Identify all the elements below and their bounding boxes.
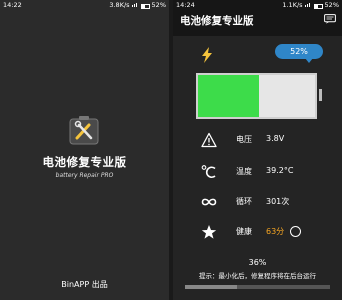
- battery-fill: [198, 75, 259, 117]
- temperature-row: 温度 39.2°C: [173, 163, 342, 181]
- cycle-label: 循环: [236, 197, 252, 206]
- repair-progress-label: 36%: [248, 258, 267, 267]
- status-time: 14:24: [176, 1, 195, 9]
- status-battery: 52%: [151, 1, 166, 9]
- battery-percent-badge: 52%: [275, 44, 323, 63]
- page-title: 电池修复专业版: [180, 15, 254, 27]
- battery-status-icon: [140, 3, 150, 9]
- app-header: 14:24 1.1K/s 52% 电池修复专业版: [173, 0, 342, 36]
- voltage-row: 电压 3.8V: [173, 131, 342, 149]
- thermometer-icon: [201, 165, 216, 179]
- status-bar: 14:24 1.1K/s 52%: [173, 0, 342, 11]
- battery-terminal: [319, 89, 322, 101]
- lightning-icon: [202, 47, 212, 63]
- voltage-label: 电压: [236, 135, 252, 144]
- cycle-value: 301次: [266, 197, 290, 206]
- health-row: 健康 63分: [173, 223, 342, 241]
- status-battery: 52%: [324, 1, 339, 9]
- repair-progress-fill: [185, 285, 238, 289]
- status-bar: 14:22 3.8K/s 52%: [0, 0, 169, 11]
- voltage-value: 3.8V: [266, 134, 285, 143]
- star-icon: [201, 225, 217, 239]
- infinity-icon: [201, 198, 217, 206]
- temperature-value: 39.2°C: [266, 166, 294, 175]
- signal-icon: [304, 2, 312, 9]
- main-screen: 14:24 1.1K/s 52% 电池修复专业版 52% 电压 3.8V 温度 …: [173, 0, 342, 300]
- health-info-button[interactable]: [290, 226, 301, 237]
- network-speed: 3.8K/s: [109, 1, 130, 9]
- signal-icon: [131, 2, 139, 9]
- app-logo-icon: [69, 116, 99, 145]
- battery-gauge: [196, 73, 317, 119]
- publisher-label: BinAPP 出品: [61, 280, 108, 289]
- status-indicators: 1.1K/s 52%: [282, 0, 339, 11]
- tip-text: 提示：最小化后，修复程序将在后台运行: [199, 272, 316, 280]
- status-indicators: 3.8K/s 52%: [109, 0, 166, 11]
- battery-status-icon: [313, 3, 323, 9]
- app-subtitle: battery Repair PRO: [55, 172, 114, 179]
- cycle-row: 循环 301次: [173, 193, 342, 211]
- temperature-label: 温度: [236, 167, 252, 176]
- app-title: 电池修复专业版: [42, 155, 127, 169]
- health-value: 63分: [266, 227, 285, 236]
- message-icon[interactable]: [324, 14, 336, 24]
- status-time: 14:22: [3, 1, 22, 9]
- repair-progress-bar: [185, 285, 330, 289]
- splash-screen: 14:22 3.8K/s 52% 电池修复专业版 battery Repair …: [0, 0, 169, 300]
- network-speed: 1.1K/s: [282, 1, 303, 9]
- warning-icon: [201, 132, 217, 148]
- health-label: 健康: [236, 227, 252, 236]
